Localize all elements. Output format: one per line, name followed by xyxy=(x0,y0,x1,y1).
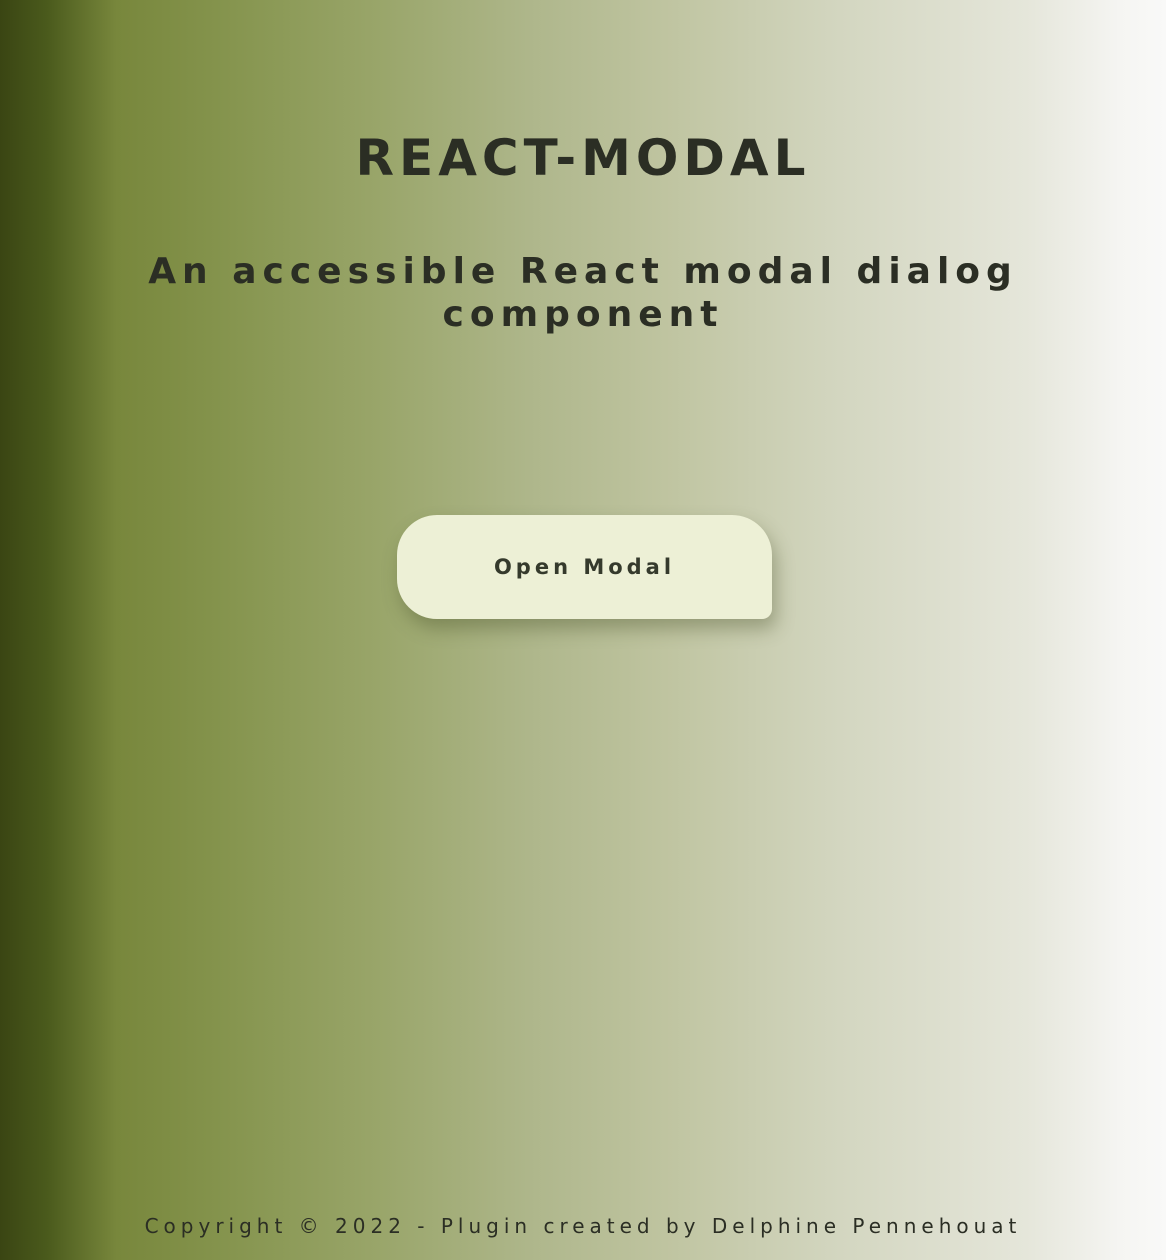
page-title: REACT-MODAL xyxy=(355,129,811,187)
open-modal-button[interactable]: Open Modal xyxy=(397,515,772,619)
footer-copyright: Copyright © 2022 - Plugin created by Del… xyxy=(144,1214,1022,1238)
page-subtitle: An accessible React modal dialog compone… xyxy=(148,251,1018,335)
